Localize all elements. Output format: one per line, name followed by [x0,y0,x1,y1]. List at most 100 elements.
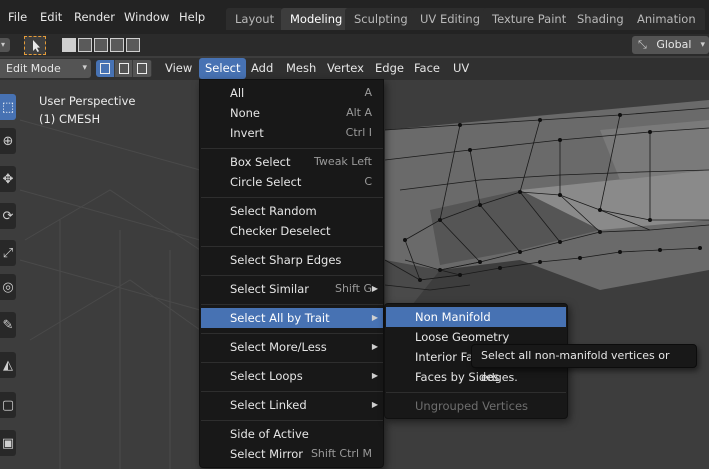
tool-move[interactable]: ✥ [0,166,16,192]
scale-icon: ⤢ [2,245,14,261]
shortcut-label: Alt A [346,106,372,119]
shortcut-label: C [364,175,372,188]
select-box-icon: ⬚ [1,99,15,115]
chevron-down-icon: ▾ [82,63,87,73]
menu-item-label: Invert [230,126,264,140]
cursor-icon: ⊕ [2,133,14,149]
rotate-icon: ⟳ [2,208,14,224]
tool-transform[interactable]: ◎ [0,274,16,300]
menu-separator [201,148,383,149]
menu-item-label: Select Similar [230,282,309,296]
select-tool-button[interactable] [24,36,46,55]
header-menu-vertex[interactable]: Vertex [321,58,370,79]
menu-item-label: Select Sharp Edges [230,253,342,267]
select-menu: All A None Alt A Invert Ctrl I Box Selec… [199,79,384,468]
submenu-item-non-manifold[interactable]: Non Manifold [386,307,566,327]
menu-item-select-sharp-edges[interactable]: Select Sharp Edges [201,250,383,270]
menu-item-select-loops[interactable]: Select Loops ▶ [201,366,383,386]
vertex-select-icon[interactable] [96,60,115,77]
select-extend-icon[interactable] [78,38,92,52]
header-menu-edge[interactable]: Edge [369,58,410,79]
menu-item-select-more-less[interactable]: Select More/Less ▶ [201,337,383,357]
menu-separator [201,197,383,198]
cube-icon: ▢ [1,397,15,413]
select-subtract-icon[interactable] [94,38,108,52]
menu-item-all[interactable]: All A [201,83,383,103]
menu-file[interactable]: File [8,10,27,24]
tool-scale[interactable]: ⤢ [0,240,16,266]
menu-separator [201,391,383,392]
menu-item-select-mirror[interactable]: Select Mirror Shift Ctrl M [201,444,383,464]
tool-add-cube[interactable]: ▢ [0,392,16,418]
shortcut-label: A [364,86,372,99]
tab-animation[interactable]: Animation [628,8,705,30]
select-new-icon[interactable] [62,38,76,52]
tab-sculpting[interactable]: Sculpting [345,8,417,30]
header-menu-uv[interactable]: UV [447,58,475,79]
chevron-down-icon: ▾ [1,40,6,49]
menu-item-circle-select[interactable]: Circle Select C [201,172,383,192]
header-menu-face[interactable]: Face [408,58,446,79]
view-perspective-label: User Perspective [39,94,136,108]
tab-layout[interactable]: Layout [226,8,284,30]
menu-item-none[interactable]: None Alt A [201,103,383,123]
menu-item-checker-deselect[interactable]: Checker Deselect [201,221,383,241]
menu-separator [201,420,383,421]
mode-dropdown[interactable]: Edit Mode ▾ [0,59,91,78]
tab-uv-editing[interactable]: UV Editing [411,8,489,30]
menu-item-label: Select Mirror [230,447,304,461]
shortcut-label: Tweak Left [314,155,372,168]
tool-cursor[interactable]: ⊕ [0,128,16,154]
menu-item-invert[interactable]: Invert Ctrl I [201,123,383,143]
submenu-item-ungrouped-vertices: Ungrouped Vertices [415,399,529,413]
transform-orientation-dropdown[interactable]: ⤡ Global ▾ [632,36,709,54]
menu-item-select-linked[interactable]: Select Linked ▶ [201,395,383,415]
select-difference-icon[interactable] [110,38,124,52]
menu-item-label: Box Select [230,155,291,169]
face-select-icon[interactable] [133,60,152,77]
editor-type-button[interactable]: ▾ [0,38,10,52]
submenu-item-faces-by-sides[interactable]: Faces by Sides [386,367,566,387]
menu-render[interactable]: Render [74,10,115,24]
menu-item-select-random[interactable]: Select Random [201,201,383,221]
menu-help[interactable]: Help [179,10,205,24]
tool-annotate[interactable]: ✎ [0,312,16,338]
chevron-right-icon: ▶ [371,371,378,380]
tool-measure[interactable]: ◭ [0,352,16,378]
menu-item-select-similar[interactable]: Select Similar Shift G ▶ [201,279,383,299]
menu-separator [201,333,383,334]
select-intersect-icon[interactable] [126,38,140,52]
chevron-right-icon: ▶ [371,400,378,409]
menu-window[interactable]: Window [124,10,169,24]
menu-item-side-of-active[interactable]: Side of Active [201,424,383,444]
menu-separator [201,275,383,276]
edge-select-icon[interactable] [114,60,134,77]
move-icon: ✥ [2,171,14,187]
box-select-mode-group [62,38,140,52]
menu-item-label: Select Linked [230,398,307,412]
menu-item-label: Select Loops [230,369,303,383]
tool-select-box[interactable]: ⬚ [0,94,16,120]
header-menu-add[interactable]: Add [245,58,279,79]
menu-item-label: None [230,106,261,120]
header-menu-view[interactable]: View [159,58,198,79]
tool-extrude[interactable]: ▣ [0,430,16,456]
select-mode-group [96,60,152,77]
tool-rotate[interactable]: ⟳ [0,203,16,229]
header-menu-mesh[interactable]: Mesh [280,58,322,79]
tab-modeling[interactable]: Modeling [281,8,352,30]
menu-separator [201,246,383,247]
shortcut-label: Shift Ctrl M [310,447,372,460]
tab-shading[interactable]: Shading [568,8,633,30]
menu-edit[interactable]: Edit [40,10,62,24]
menu-separator [201,304,383,305]
menu-item-label: Select More/Less [230,340,327,354]
menu-item-label: Circle Select [230,175,302,189]
menu-item-select-all-by-trait[interactable]: Select All by Trait ▶ [201,308,383,328]
menu-item-box-select[interactable]: Box Select Tweak Left [201,152,383,172]
chevron-right-icon: ▶ [371,284,378,293]
tab-texture-paint[interactable]: Texture Paint [483,8,576,30]
header-menu-select[interactable]: Select [199,58,247,79]
menu-item-label: All [230,86,245,100]
menu-separator [201,362,383,363]
